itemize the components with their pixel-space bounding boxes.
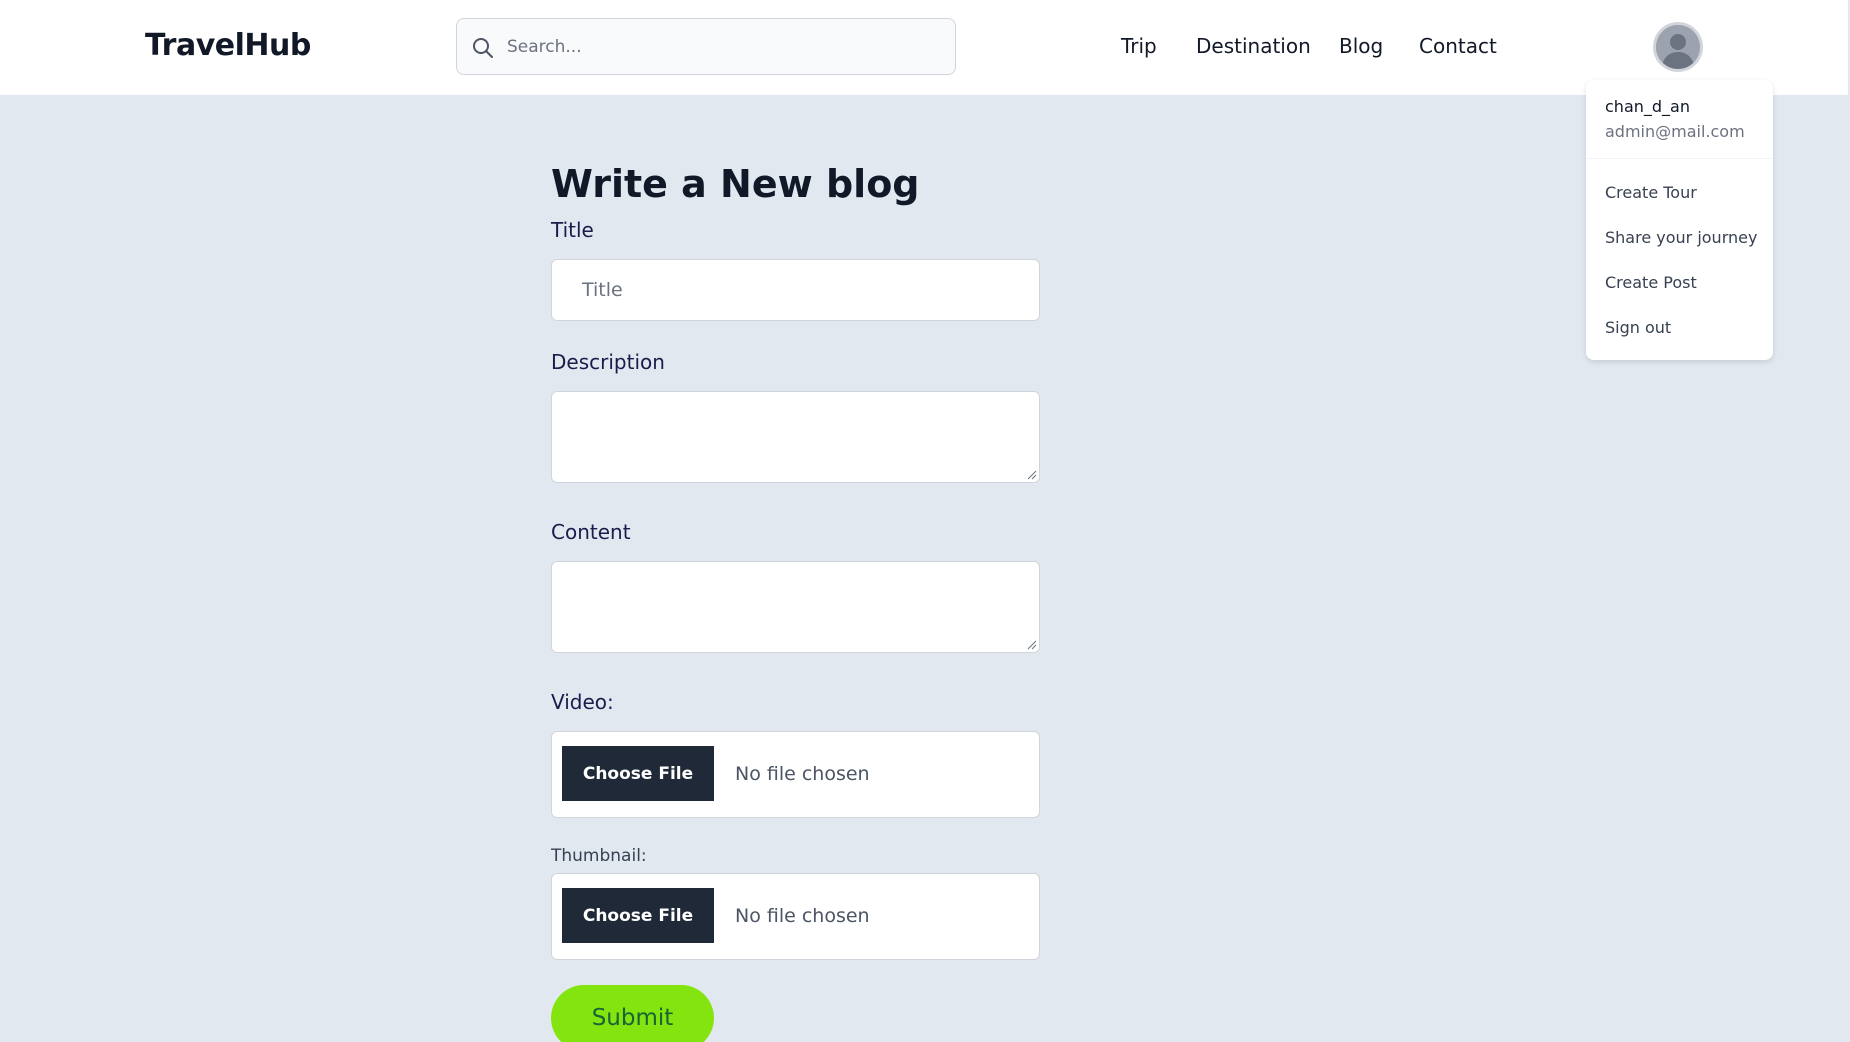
video-choose-file-button[interactable]: Choose File [562, 746, 714, 801]
nav-link-trip[interactable]: Trip [1121, 34, 1157, 58]
description-field-wrapper [551, 391, 1040, 483]
menu-item-create-tour[interactable]: Create Tour [1605, 183, 1697, 202]
title-field-wrapper [551, 259, 1040, 321]
content-field-wrapper [551, 561, 1040, 653]
thumbnail-file-input: Choose File No file chosen [551, 873, 1040, 960]
user-avatar-icon [1656, 25, 1700, 69]
site-logo[interactable]: TravelHub [145, 28, 311, 63]
thumbnail-label: Thumbnail: [551, 846, 647, 866]
page-title: Write a New blog [551, 162, 920, 206]
title-label: Title [551, 218, 594, 242]
dropdown-email: admin@mail.com [1605, 122, 1745, 141]
user-dropdown-menu: chan_d_an admin@mail.com Create Tour Sha… [1586, 80, 1773, 360]
menu-item-share-journey[interactable]: Share your journey [1605, 228, 1757, 247]
nav-link-destination[interactable]: Destination [1196, 34, 1311, 58]
description-label: Description [551, 350, 665, 374]
thumbnail-choose-file-button[interactable]: Choose File [562, 888, 714, 943]
nav-link-blog[interactable]: Blog [1339, 34, 1383, 58]
search-box[interactable] [456, 18, 956, 75]
search-icon [473, 38, 493, 58]
description-textarea[interactable] [552, 392, 1039, 482]
content-textarea[interactable] [552, 562, 1039, 652]
resize-grip-icon[interactable] [1027, 470, 1037, 480]
video-file-status: No file chosen [735, 763, 870, 785]
content-label: Content [551, 520, 631, 544]
top-navbar: TravelHub Trip Destination Blog Contact [0, 0, 1850, 95]
submit-button[interactable]: Submit [551, 985, 714, 1042]
title-input[interactable] [552, 260, 1039, 320]
user-avatar[interactable] [1653, 22, 1703, 72]
menu-item-sign-out[interactable]: Sign out [1605, 318, 1671, 337]
menu-item-create-post[interactable]: Create Post [1605, 273, 1697, 292]
thumbnail-file-status: No file chosen [735, 905, 870, 927]
nav-link-contact[interactable]: Contact [1419, 34, 1497, 58]
video-label: Video: [551, 690, 614, 714]
dropdown-username: chan_d_an [1605, 97, 1690, 116]
dropdown-divider [1586, 158, 1773, 159]
search-input[interactable] [507, 19, 937, 74]
resize-grip-icon[interactable] [1027, 640, 1037, 650]
video-file-input: Choose File No file chosen [551, 731, 1040, 818]
